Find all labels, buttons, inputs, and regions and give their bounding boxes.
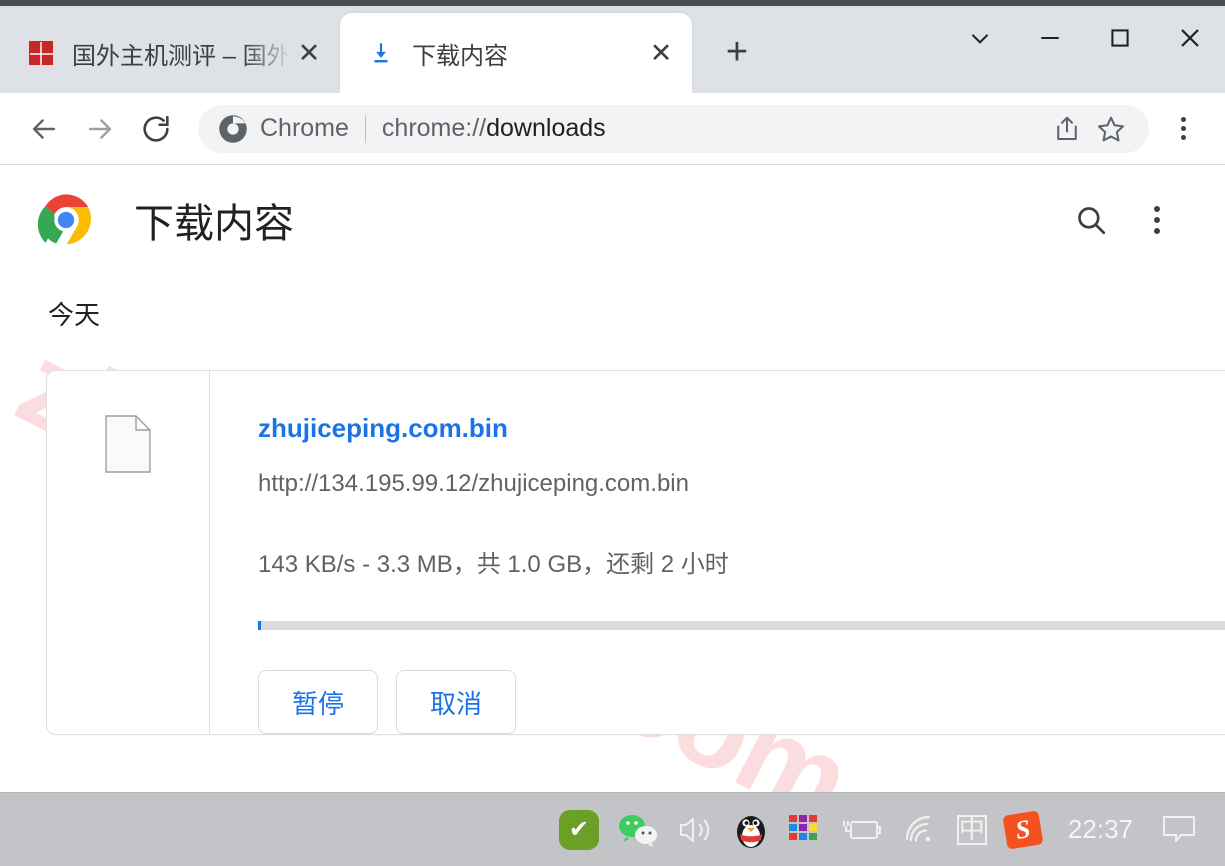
volume-icon[interactable] (668, 793, 724, 866)
new-tab-button[interactable]: + (714, 29, 760, 75)
browser-tab-inactive[interactable]: 国外主机测评 – 国外 ✕ (0, 13, 340, 93)
red-square-favicon (26, 38, 56, 68)
system-taskbar: ✔ 中 S 22:37 (0, 792, 1225, 866)
omnibox-separator (364, 114, 366, 143)
download-file-icon-cell (47, 371, 210, 734)
security-check-icon[interactable]: ✔ (550, 793, 608, 866)
reload-icon[interactable] (128, 101, 184, 157)
window-controls (945, 6, 1225, 70)
search-icon[interactable] (1063, 192, 1119, 248)
download-status-text: 143 KB/s - 3.3 MB，共 1.0 GB，还剩 2 小时 (258, 551, 729, 578)
downloads-page: zhujiceping.com 下载内容 今天 (0, 165, 1225, 792)
download-file-name-link[interactable]: zhujiceping.com.bin (258, 413, 508, 444)
tab-close-icon[interactable]: ✕ (292, 36, 326, 70)
taskbar-clock[interactable]: 22:37 (1050, 814, 1151, 845)
forward-arrow-icon[interactable] (72, 101, 128, 157)
browser-toolbar: Chrome chrome://downloads (0, 93, 1225, 165)
downloads-menu-icon[interactable] (1129, 192, 1185, 248)
omnibox-url-path: downloads (486, 114, 606, 142)
ime-glyph: 中 (956, 814, 987, 845)
download-item-details: zhujiceping.com.bin http://134.195.99.12… (210, 371, 1225, 734)
wifi-icon[interactable] (892, 793, 948, 866)
bookmark-star-icon[interactable] (1089, 107, 1133, 151)
omnibox-url-scheme: chrome:// (381, 114, 487, 142)
tab-search-chevron-down-icon[interactable] (945, 6, 1015, 70)
battery-icon[interactable] (830, 793, 892, 866)
download-item-card: zhujiceping.com.bin http://134.195.99.12… (46, 370, 1225, 735)
tab-title: 下载内容 (412, 42, 508, 70)
address-bar[interactable]: Chrome chrome://downloads (198, 104, 1149, 153)
generic-file-icon (105, 415, 151, 473)
download-progress-fill (258, 621, 262, 630)
browser-tab-active[interactable]: 下载内容 ✕ (340, 13, 692, 93)
share-icon[interactable] (1045, 107, 1089, 151)
chrome-logo-icon (38, 194, 92, 246)
close-window-button[interactable] (1155, 6, 1225, 70)
pause-button[interactable]: 暂停 (258, 670, 378, 734)
download-date-group: 今天 (48, 300, 101, 330)
cancel-button[interactable]: 取消 (396, 670, 516, 734)
page-title: 下载内容 (134, 202, 294, 246)
qq-penguin-icon[interactable] (724, 793, 778, 866)
security-check-glyph: ✔ (558, 809, 599, 850)
download-progress-bar (258, 621, 1225, 630)
tab-close-icon[interactable]: ✕ (644, 36, 678, 70)
ime-icon[interactable]: 中 (948, 793, 996, 866)
download-source-url: http://134.195.99.12/zhujiceping.com.bin (258, 470, 689, 497)
downloads-header: 下载内容 (0, 165, 1225, 275)
maximize-button[interactable] (1085, 6, 1155, 70)
minimize-button[interactable] (1015, 6, 1085, 70)
wechat-icon[interactable] (608, 793, 668, 866)
sogou-icon[interactable]: S (996, 793, 1050, 866)
color-grid-icon[interactable] (778, 793, 830, 866)
download-action-buttons: 暂停 取消 (258, 670, 1225, 734)
omnibox-url[interactable]: chrome://downloads (382, 114, 1045, 143)
browser-menu-icon[interactable] (1157, 103, 1209, 155)
back-arrow-icon[interactable] (16, 101, 72, 157)
tab-title: 国外主机测评 – 国外 (72, 42, 291, 70)
omnibox-chrome-label: Chrome (260, 114, 349, 142)
tab-strip: 国外主机测评 – 国外 ✕ 下载内容 ✕ + (0, 6, 1225, 93)
sogou-glyph: S (1002, 809, 1044, 850)
chrome-logo-icon (219, 114, 247, 143)
download-icon (366, 38, 396, 68)
notification-bubble-icon[interactable] (1151, 793, 1207, 866)
